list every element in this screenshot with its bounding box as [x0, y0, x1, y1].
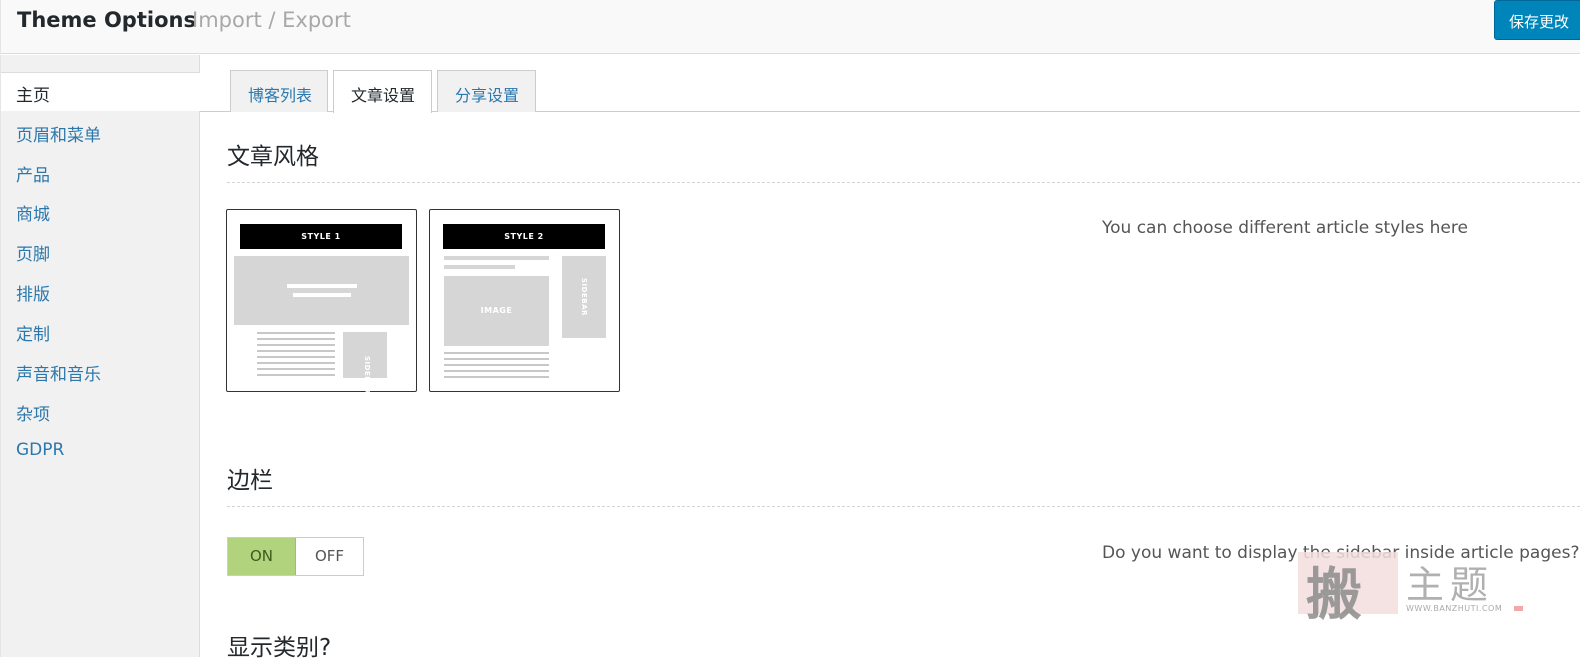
style-1-text-line	[257, 344, 335, 346]
sidebar-toggle[interactable]: ON OFF	[227, 537, 364, 576]
article-style-heading: 文章风格	[227, 144, 319, 170]
style-1-label: STYLE 1	[240, 224, 402, 249]
style-2-text-line	[444, 352, 549, 354]
style-2-text-line	[444, 364, 549, 366]
save-changes-button[interactable]: 保存更改	[1494, 0, 1580, 40]
style-2-text-line	[444, 358, 549, 360]
style-1-text-line	[257, 356, 335, 358]
toggle-on-button[interactable]: ON	[228, 538, 296, 575]
style-1-hero-line	[293, 293, 351, 297]
style-1-text-line	[257, 362, 335, 364]
style-2-title-line	[444, 256, 549, 260]
site-watermark: 搬 主题 WWW.BANZHUTI.COM	[1298, 552, 1528, 628]
tab-share-settings[interactable]: 分享设置	[437, 70, 536, 112]
style-2-title-line	[444, 265, 515, 269]
top-header: Theme Options Import / Export	[0, 0, 1580, 54]
style-2-label: STYLE 2	[443, 224, 605, 249]
sidebar-item-home[interactable]: 主页	[1, 73, 200, 111]
style-1-text-line	[257, 338, 335, 340]
style-1-hero-line	[287, 284, 357, 288]
watermark-text: 主题	[1406, 563, 1495, 607]
style-1-text-line	[257, 374, 335, 376]
section-divider	[227, 182, 1580, 183]
style-1-sidebar-label: SIDEBAR	[363, 356, 371, 394]
options-sidebar: 主页 页眉和菜单 产品 商城 页脚 排版 定制 声音和音乐 杂项 GDPR	[0, 55, 200, 657]
style-2-text-line	[444, 370, 549, 372]
sidebar-top-spacer	[1, 55, 199, 73]
sidebar-item-shop[interactable]: 商城	[1, 192, 200, 230]
style-2-image-label: IMAGE	[480, 306, 513, 315]
style-1-text-line	[257, 350, 335, 352]
sidebar-item-header-menu[interactable]: 页眉和菜单	[1, 113, 200, 151]
page-title: Theme Options	[17, 8, 196, 32]
style-2-sidebar-label: SIDEBAR	[580, 278, 588, 316]
style-1-text-line	[257, 368, 335, 370]
tab-article-settings[interactable]: 文章设置	[333, 70, 432, 113]
toggle-off-button[interactable]: OFF	[296, 538, 363, 575]
sidebar-item-custom[interactable]: 定制	[1, 312, 200, 350]
style-1-text-line	[257, 332, 335, 334]
section-divider	[227, 506, 1580, 507]
article-style-2-option[interactable]: STYLE 2 IMAGE SIDEBAR	[429, 209, 620, 392]
import-export-link[interactable]: Import / Export	[192, 8, 351, 32]
sidebar-item-misc[interactable]: 杂项	[1, 392, 200, 430]
sidebar-item-footer[interactable]: 页脚	[1, 232, 200, 270]
watermark-seal-char: 搬	[1306, 562, 1362, 628]
article-style-description: You can choose different article styles …	[1102, 218, 1468, 238]
sidebar-item-sound-music[interactable]: 声音和音乐	[1, 352, 200, 390]
style-1-hero-block	[234, 256, 409, 325]
watermark-url: WWW.BANZHUTI.COM	[1406, 604, 1503, 613]
sidebar-heading: 边栏	[227, 468, 273, 494]
sidebar-item-gdpr[interactable]: GDPR	[1, 432, 200, 470]
tab-blog-list[interactable]: 博客列表	[230, 70, 328, 112]
article-style-1-option[interactable]: STYLE 1 SIDEBAR	[226, 209, 417, 394]
sidebar-item-typography[interactable]: 排版	[1, 272, 200, 310]
style-2-text-line	[444, 376, 549, 378]
watermark-dot	[1514, 606, 1523, 611]
sidebar-item-products[interactable]: 产品	[1, 153, 200, 191]
